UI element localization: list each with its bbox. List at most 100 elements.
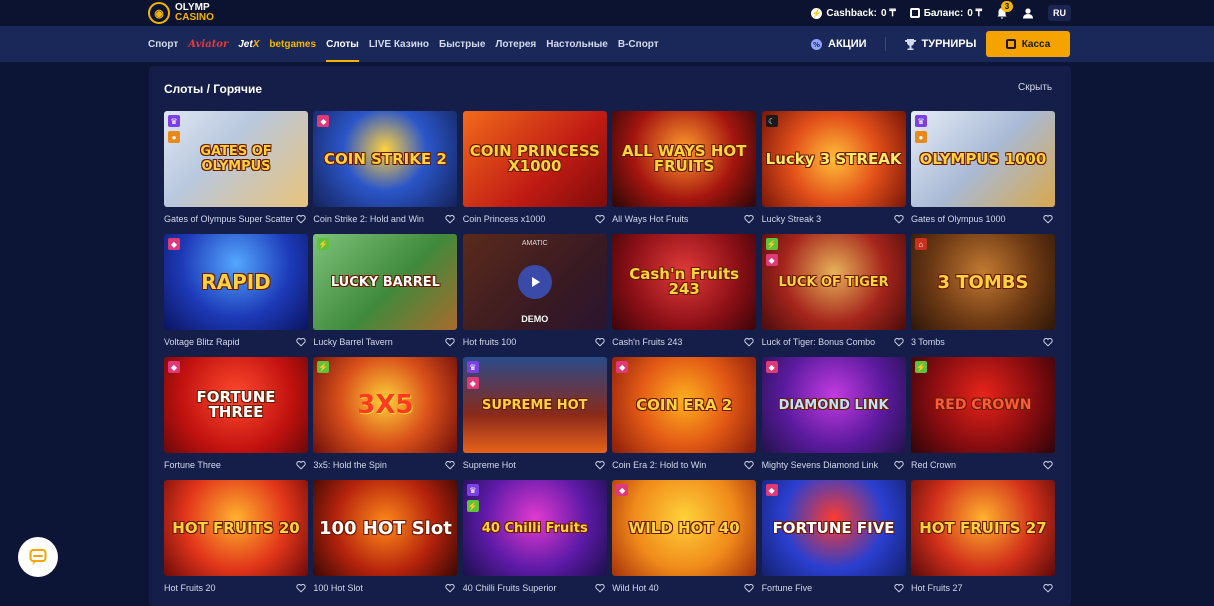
game-card[interactable]: COIN PRINCESS X1000 Coin Princess x1000 bbox=[462, 111, 607, 234]
game-card[interactable]: ♛ ● GATES OF OLYMPUS Gates of Olympus Su… bbox=[164, 111, 308, 234]
game-thumbnail[interactable]: ◆ COIN STRIKE 2 bbox=[313, 111, 458, 207]
game-card[interactable]: ♛ ⚡ 40 Chilli Fruits 40 Chilli Fruits Su… bbox=[462, 480, 607, 603]
balance[interactable]: Баланс: 0 ₸ bbox=[909, 8, 982, 19]
heart-icon[interactable] bbox=[296, 583, 306, 593]
game-thumbnail[interactable]: HOT FRUITS 27 bbox=[910, 480, 1055, 576]
nav-live-casino[interactable]: LIVE Казино bbox=[369, 39, 429, 50]
heart-icon[interactable] bbox=[445, 214, 456, 224]
nav-fast[interactable]: Быстрые bbox=[439, 39, 485, 50]
game-card[interactable]: ◆ COIN STRIKE 2 Coin Strike 2: Hold and … bbox=[313, 111, 458, 234]
game-card[interactable]: ⚡ ◆ LUCK OF TIGER Luck of Tiger: Bonus C… bbox=[761, 234, 906, 357]
heart-icon[interactable] bbox=[1043, 337, 1053, 347]
play-icon bbox=[531, 277, 540, 287]
heart-icon[interactable] bbox=[595, 214, 605, 224]
game-card[interactable]: ◆ DIAMOND LINK Mighty Sevens Diamond Lin… bbox=[761, 357, 906, 480]
heart-icon[interactable] bbox=[893, 583, 904, 593]
heart-icon[interactable] bbox=[893, 460, 904, 470]
heart-icon[interactable] bbox=[744, 460, 754, 470]
heart-icon[interactable] bbox=[595, 583, 605, 593]
nav-table[interactable]: Настольные bbox=[546, 39, 608, 50]
heart-icon[interactable] bbox=[1043, 460, 1053, 470]
nav-betgames[interactable]: betgames bbox=[269, 39, 316, 50]
game-thumbnail[interactable]: ◆ COIN ERA 2 bbox=[612, 357, 757, 453]
heart-icon[interactable] bbox=[445, 337, 456, 347]
game-thumbnail[interactable]: ⚡ RED CROWN bbox=[910, 357, 1055, 453]
game-card[interactable]: ◆ FORTUNE THREE Fortune Three bbox=[164, 357, 308, 480]
game-thumbnail[interactable]: ◆ WILD HOT 40 bbox=[612, 480, 757, 576]
game-card[interactable]: ♛ ◆ SUPREME HOT Supreme Hot bbox=[462, 357, 607, 480]
game-card[interactable]: ◆ COIN ERA 2 Coin Era 2: Hold to Win bbox=[612, 357, 757, 480]
logo-line2: CASINO bbox=[175, 12, 214, 23]
game-thumbnail[interactable]: ♛ ● OLYMPUS 1000 bbox=[910, 111, 1055, 207]
tournaments-link[interactable]: ТУРНИРЫ bbox=[904, 38, 976, 51]
game-thumbnail[interactable]: ◆ FORTUNE FIVE bbox=[761, 480, 906, 576]
nav-aviator[interactable]: Aviator bbox=[188, 39, 228, 50]
game-card[interactable]: HOT FRUITS 20 Hot Fruits 20 bbox=[164, 480, 308, 603]
heart-icon[interactable] bbox=[744, 214, 754, 224]
game-thumbnail[interactable]: ♛ ◆ SUPREME HOT bbox=[462, 357, 607, 453]
game-card[interactable]: Cash'n Fruits 243 Cash'n Fruits 243 bbox=[612, 234, 757, 357]
heart-icon[interactable] bbox=[296, 460, 306, 470]
game-card[interactable]: 100 HOT Slot 100 Hot Slot bbox=[313, 480, 458, 603]
game-thumbnail[interactable]: ◆ DIAMOND LINK bbox=[761, 357, 906, 453]
heart-icon[interactable] bbox=[445, 460, 456, 470]
game-thumbnail[interactable]: ♛ ⚡ 40 Chilli Fruits bbox=[462, 480, 607, 576]
nav-jetx[interactable]: JetX bbox=[238, 39, 259, 50]
heart-icon[interactable] bbox=[445, 583, 456, 593]
game-thumbnail[interactable]: ⚡ 3X5 bbox=[313, 357, 458, 453]
nav-sport[interactable]: Спорт bbox=[148, 39, 178, 50]
notifications-button[interactable]: 3 bbox=[996, 1, 1013, 19]
user-icon[interactable] bbox=[1022, 7, 1034, 19]
heart-icon[interactable] bbox=[893, 214, 904, 224]
game-thumbnail[interactable]: ⚡ LUCKY BARREL bbox=[313, 234, 458, 330]
game-thumbnail[interactable]: HOT FRUITS 20 bbox=[164, 480, 308, 576]
cashback[interactable]: ⚡ Cashback: 0 ₸ bbox=[811, 7, 896, 19]
heart-icon[interactable] bbox=[595, 460, 605, 470]
game-thumbnail[interactable]: COIN PRINCESS X1000 bbox=[462, 111, 607, 207]
game-card[interactable]: ⚡ RED CROWN Red Crown bbox=[910, 357, 1055, 480]
game-card[interactable]: ☾ Lucky 3 STREAK Lucky Streak 3 bbox=[761, 111, 906, 234]
game-card[interactable]: ⌂ 3 TOMBS 3 Tombs bbox=[910, 234, 1055, 357]
game-thumbnail[interactable]: ◆ RAPID bbox=[164, 234, 308, 330]
game-thumbnail[interactable]: ALL WAYS HOT FRUITS bbox=[612, 111, 757, 207]
game-card[interactable]: ALL WAYS HOT FRUITS All Ways Hot Fruits bbox=[612, 111, 757, 234]
game-card[interactable]: HOT FRUITS 27 Hot Fruits 27 bbox=[910, 480, 1055, 603]
heart-icon[interactable] bbox=[744, 583, 754, 593]
demo-button[interactable]: DEMO bbox=[463, 314, 607, 324]
heart-icon[interactable] bbox=[1043, 583, 1053, 593]
nav-lottery[interactable]: Лотерея bbox=[495, 39, 536, 50]
game-thumbnail[interactable]: AMATIC DEMO bbox=[462, 234, 607, 330]
hide-button[interactable]: Скрыть bbox=[1018, 82, 1052, 93]
heart-icon[interactable] bbox=[296, 214, 306, 224]
game-thumbnail[interactable]: ◆ FORTUNE THREE bbox=[164, 357, 308, 453]
trophy-badge-icon: ♛ bbox=[168, 115, 180, 127]
game-card[interactable]: ⚡ 3X5 3x5: Hold the Spin bbox=[313, 357, 458, 480]
nav-esport[interactable]: В-Спорт bbox=[618, 39, 659, 50]
promo-link[interactable]: % АКЦИИ bbox=[810, 38, 867, 51]
heart-icon[interactable] bbox=[893, 337, 904, 347]
heart-icon[interactable] bbox=[296, 337, 306, 347]
nav-slots[interactable]: Слоты bbox=[326, 26, 359, 62]
game-thumbnail[interactable]: Cash'n Fruits 243 bbox=[612, 234, 757, 330]
game-thumbnail[interactable]: ☾ Lucky 3 STREAK bbox=[761, 111, 906, 207]
game-title: Luck of Tiger: Bonus Combo bbox=[761, 337, 876, 347]
house-badge-icon: ⌂ bbox=[914, 238, 927, 250]
game-card[interactable]: ♛ ● OLYMPUS 1000 Gates of Olympus 1000 bbox=[910, 111, 1055, 234]
chat-button[interactable] bbox=[18, 537, 58, 577]
heart-icon[interactable] bbox=[1043, 214, 1053, 224]
game-card[interactable]: ◆ FORTUNE FIVE Fortune Five bbox=[761, 480, 906, 603]
game-card[interactable]: ◆ WILD HOT 40 Wild Hot 40 bbox=[612, 480, 757, 603]
game-thumbnail[interactable]: 100 HOT Slot bbox=[313, 480, 458, 576]
game-card[interactable]: AMATIC DEMO Hot fruits 100 bbox=[462, 234, 607, 357]
game-card[interactable]: ⚡ LUCKY BARREL Lucky Barrel Tavern bbox=[313, 234, 458, 357]
game-thumbnail[interactable]: ♛ ● GATES OF OLYMPUS bbox=[164, 111, 308, 207]
heart-icon[interactable] bbox=[744, 337, 754, 347]
logo[interactable]: ◉ OLYMP CASINO bbox=[148, 2, 214, 24]
language-selector[interactable]: RU bbox=[1048, 5, 1071, 21]
kassa-button[interactable]: Касса bbox=[986, 31, 1070, 57]
heart-icon[interactable] bbox=[595, 337, 605, 347]
game-card[interactable]: ◆ RAPID Voltage Blitz Rapid bbox=[164, 234, 308, 357]
play-button[interactable] bbox=[517, 265, 552, 299]
game-thumbnail[interactable]: ⚡ ◆ LUCK OF TIGER bbox=[761, 234, 906, 330]
game-thumbnail[interactable]: ⌂ 3 TOMBS bbox=[910, 234, 1055, 330]
